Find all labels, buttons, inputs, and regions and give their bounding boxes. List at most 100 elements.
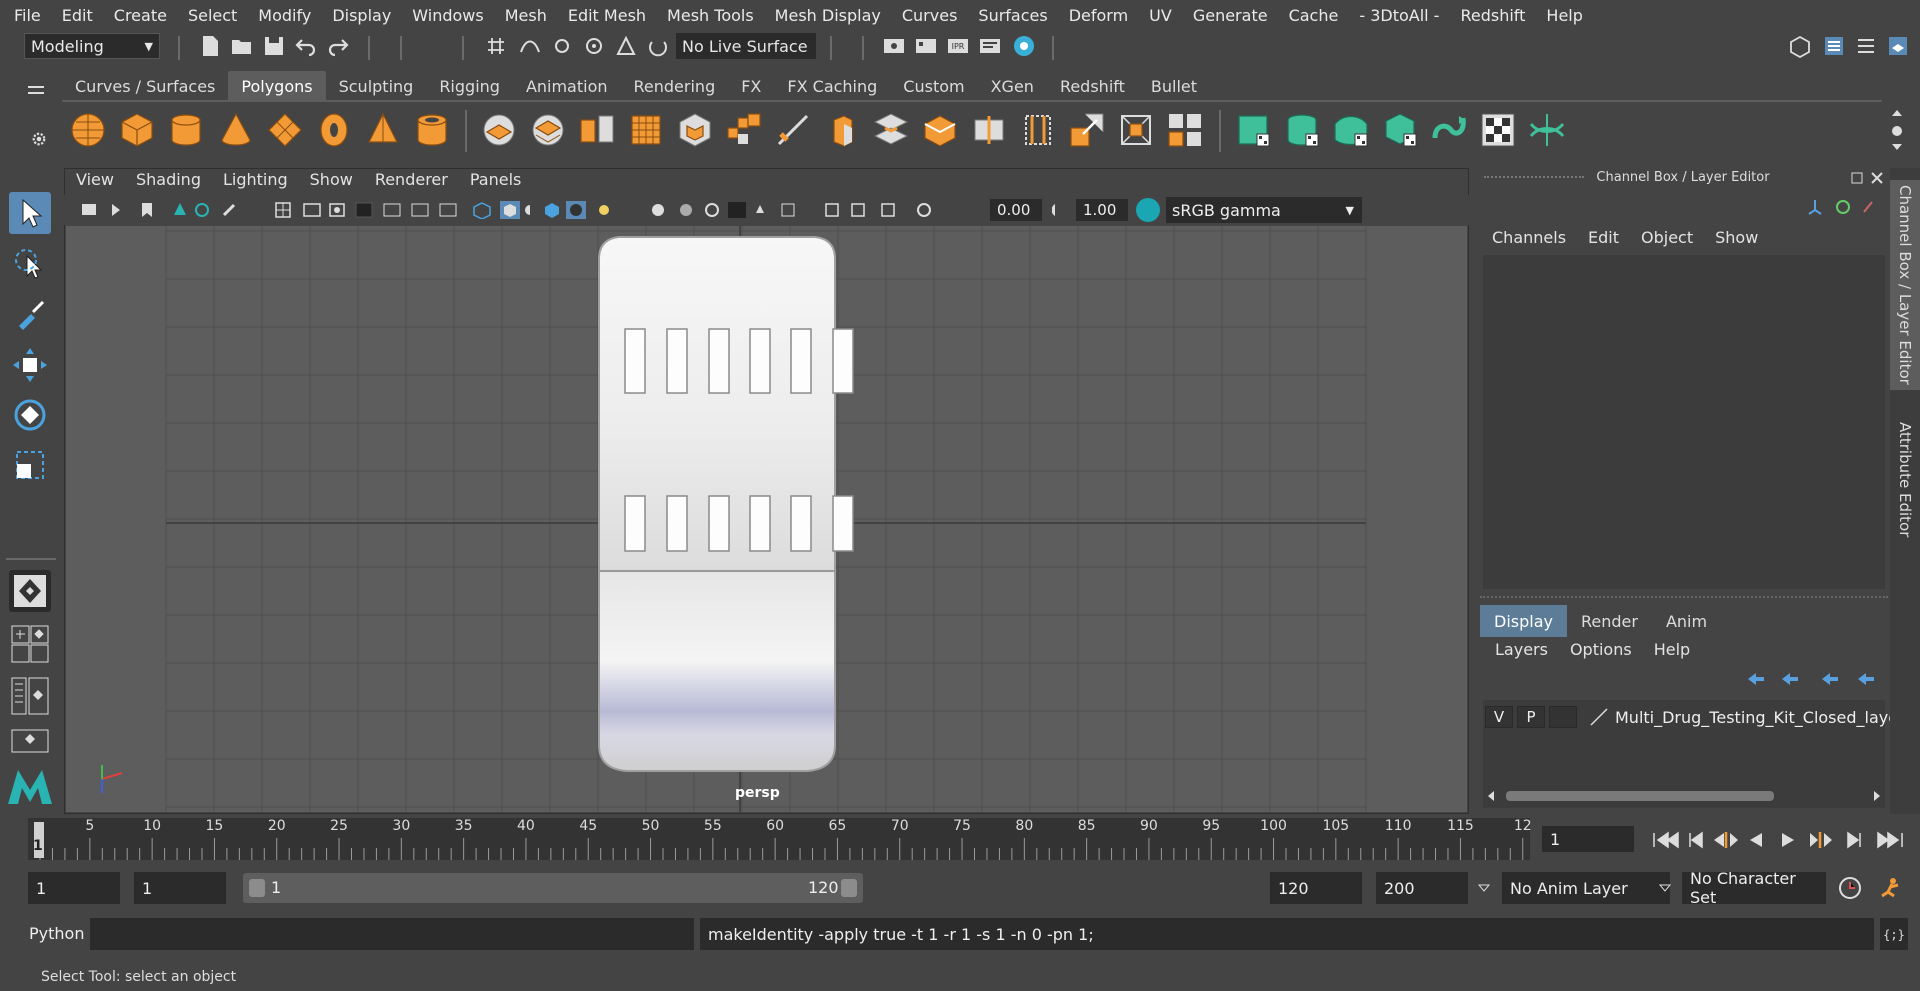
- mode-dropdown[interactable]: Modeling ▼: [24, 33, 160, 59]
- snap-projected-center-icon[interactable]: [582, 34, 606, 58]
- layer-color-swatch-icon[interactable]: [1589, 707, 1609, 727]
- shelf-scroll-mid-icon[interactable]: [1890, 124, 1904, 138]
- bridge-icon[interactable]: [871, 110, 911, 150]
- vtab-channel-box[interactable]: Channel Box / Layer Editor: [1890, 180, 1920, 390]
- le-menu-help[interactable]: Help: [1654, 640, 1690, 659]
- menu-windows[interactable]: Windows: [412, 6, 483, 25]
- menu-surfaces[interactable]: Surfaces: [978, 6, 1047, 25]
- shelf-scroll-up-icon[interactable]: [1890, 106, 1904, 120]
- snap-grid-icon[interactable]: [484, 34, 508, 58]
- vp-menu-show[interactable]: Show: [310, 170, 353, 194]
- vtab-attribute-editor[interactable]: Attribute Editor: [1890, 400, 1920, 560]
- cb-menu-channels[interactable]: Channels: [1492, 228, 1566, 247]
- workspace-icon[interactable]: [1788, 34, 1812, 59]
- menu-redshift[interactable]: Redshift: [1460, 6, 1525, 25]
- lasso-tool-icon[interactable]: [9, 244, 51, 286]
- shelf-tab-fx[interactable]: FX: [728, 71, 774, 101]
- shelf-scroll-down-icon[interactable]: [1890, 140, 1904, 154]
- menu-display[interactable]: Display: [332, 6, 391, 25]
- anim-layer-chevron-icon[interactable]: [1477, 880, 1491, 892]
- fill-hole-icon[interactable]: [1165, 110, 1205, 150]
- four-view-layout-icon[interactable]: [10, 624, 50, 664]
- gamma-field[interactable]: 1.00: [1076, 199, 1128, 221]
- save-scene-icon[interactable]: [262, 34, 286, 58]
- menu-uv[interactable]: UV: [1149, 6, 1172, 25]
- cut-sew-uv-icon[interactable]: [1527, 110, 1567, 150]
- remesh-icon[interactable]: [724, 110, 764, 150]
- channel-box-toggle-icon[interactable]: [1822, 34, 1846, 58]
- menu-generate[interactable]: Generate: [1193, 6, 1268, 25]
- ipr-render-icon[interactable]: IPR: [946, 34, 970, 58]
- redo-icon[interactable]: [326, 34, 350, 58]
- cb-menu-show[interactable]: Show: [1715, 228, 1758, 247]
- combine-icon[interactable]: [479, 110, 519, 150]
- tool-settings-toggle-icon[interactable]: [1854, 34, 1878, 58]
- smooth-icon[interactable]: [626, 110, 666, 150]
- manipulator-icons[interactable]: [1806, 198, 1876, 216]
- layer-playback-toggle[interactable]: P: [1517, 706, 1545, 728]
- tab-render[interactable]: Render: [1567, 605, 1652, 637]
- le-menu-options[interactable]: Options: [1570, 640, 1632, 659]
- menu-file[interactable]: File: [14, 6, 41, 25]
- vp-menu-shading[interactable]: Shading: [136, 170, 201, 194]
- insert-edge-loop-icon[interactable]: [969, 110, 1009, 150]
- move-tool-icon[interactable]: [9, 344, 51, 386]
- extract-icon[interactable]: [577, 110, 617, 150]
- character-set-field[interactable]: No Character Set: [1682, 869, 1826, 907]
- 3d-viewport[interactable]: [66, 226, 1467, 812]
- shelf-tab-animation[interactable]: Animation: [513, 71, 621, 101]
- exposure-field[interactable]: 0.00: [990, 199, 1042, 221]
- shelf-tab-rendering[interactable]: Rendering: [621, 71, 729, 101]
- vp-menu-lighting[interactable]: Lighting: [223, 170, 288, 194]
- shelf-tab-rigging[interactable]: Rigging: [426, 71, 513, 101]
- menu-help[interactable]: Help: [1546, 6, 1582, 25]
- layer-visibility-toggle[interactable]: V: [1485, 706, 1513, 728]
- shelf-tab-sculpting[interactable]: Sculpting: [326, 71, 427, 101]
- undo-icon[interactable]: [294, 34, 318, 58]
- separate-icon[interactable]: [528, 110, 568, 150]
- mirror-icon[interactable]: [773, 110, 813, 150]
- move-layer-down-icon[interactable]: [1780, 671, 1800, 687]
- target-weld-icon[interactable]: [1067, 110, 1107, 150]
- menu-select[interactable]: Select: [188, 6, 237, 25]
- snap-view-plane-icon[interactable]: [614, 34, 638, 58]
- range-start-handle[interactable]: [249, 879, 265, 897]
- automatic-mapping-icon[interactable]: [1380, 110, 1420, 150]
- layer-editor-toggle-icon[interactable]: [1886, 34, 1910, 58]
- outliner-layout-icon[interactable]: [10, 676, 50, 716]
- shelf-tab-polygons[interactable]: Polygons: [228, 71, 326, 101]
- rotate-tool-icon[interactable]: [9, 394, 51, 436]
- poly-sphere-icon[interactable]: [68, 110, 108, 150]
- shelf-tab-fx-caching[interactable]: FX Caching: [774, 71, 890, 101]
- menu-cache[interactable]: Cache: [1289, 6, 1339, 25]
- vp-menu-panels[interactable]: Panels: [470, 170, 522, 194]
- cb-menu-object[interactable]: Object: [1641, 228, 1693, 247]
- poly-cube-icon[interactable]: [117, 110, 157, 150]
- vp-menu-renderer[interactable]: Renderer: [375, 170, 448, 194]
- render-frame-icon[interactable]: [914, 34, 938, 58]
- color-management-toggle-icon[interactable]: [1136, 198, 1160, 222]
- poly-cone-icon[interactable]: [216, 110, 256, 150]
- channel-box-area[interactable]: [1483, 255, 1885, 589]
- cylindrical-mapping-icon[interactable]: [1282, 110, 1322, 150]
- multi-cut-icon[interactable]: [1018, 110, 1058, 150]
- poly-torus-icon[interactable]: [314, 110, 354, 150]
- range-end-handle[interactable]: [841, 879, 857, 897]
- uv-editor-icon[interactable]: [1478, 110, 1518, 150]
- auto-key-icon[interactable]: [1836, 874, 1864, 902]
- animation-preferences-icon[interactable]: [1876, 874, 1904, 902]
- new-layer-selected-icon[interactable]: [1856, 671, 1876, 687]
- scene-start-field[interactable]: 1: [28, 872, 120, 904]
- scale-tool-icon[interactable]: [9, 444, 51, 486]
- new-layer-icon[interactable]: [1820, 671, 1840, 687]
- color-space-dropdown[interactable]: sRGB gamma ▼: [1166, 197, 1362, 223]
- collapse-icon[interactable]: [1116, 110, 1156, 150]
- render-settings-icon[interactable]: [978, 34, 1002, 58]
- char-set-chevron-icon[interactable]: [1658, 880, 1672, 892]
- shelf-tab-curves-surfaces[interactable]: Curves / Surfaces: [62, 71, 228, 101]
- menu-mesh-tools[interactable]: Mesh Tools: [667, 6, 754, 25]
- menu-deform[interactable]: Deform: [1069, 6, 1128, 25]
- menu-3dtoall[interactable]: - 3DtoAll -: [1359, 6, 1439, 25]
- single-perspective-layout-icon[interactable]: [9, 570, 51, 612]
- menu-mesh[interactable]: Mesh: [505, 6, 547, 25]
